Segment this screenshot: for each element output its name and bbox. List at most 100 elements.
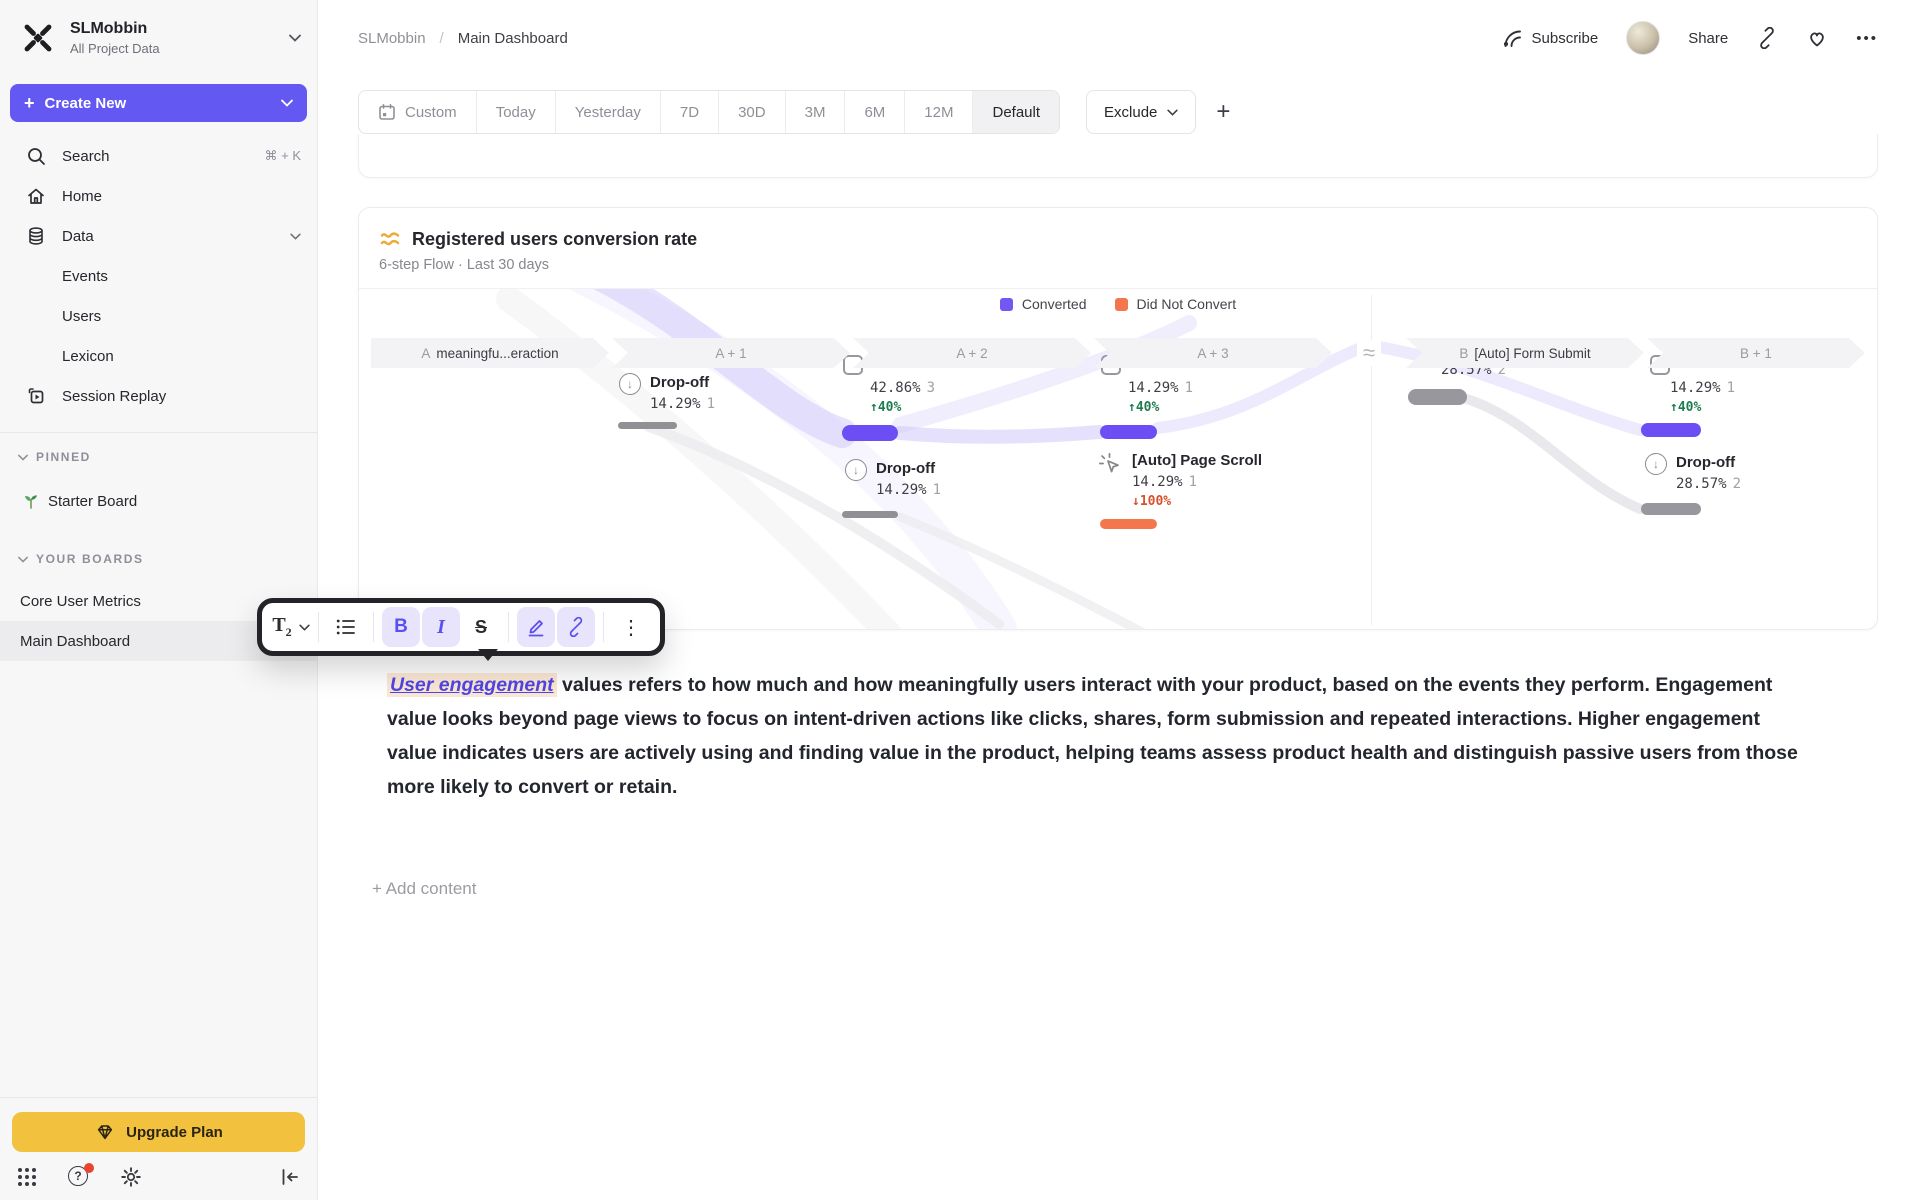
gem-icon bbox=[98, 1125, 113, 1140]
toolbar-more-button[interactable]: ⋮ bbox=[612, 607, 650, 647]
node-delta: ↑40% bbox=[870, 400, 902, 415]
bold-button[interactable]: B bbox=[382, 607, 420, 647]
date-preset-7d[interactable]: 7D bbox=[661, 91, 720, 133]
link-icon[interactable] bbox=[1756, 27, 1778, 49]
collapse-sidebar-icon[interactable] bbox=[279, 1166, 301, 1188]
sidebar-item-label: Users bbox=[62, 307, 102, 325]
flow-node-b1-step[interactable]: 14.29% 1 ↑40% bbox=[1670, 377, 1735, 415]
board-label: Main Dashboard bbox=[20, 632, 131, 650]
sidebar-item-events[interactable]: Events bbox=[0, 256, 317, 296]
home-icon bbox=[28, 188, 44, 204]
italic-button[interactable]: I bbox=[422, 607, 460, 647]
apps-grid-icon[interactable] bbox=[16, 1166, 38, 1188]
toolbar-divider bbox=[318, 612, 319, 642]
date-range-segmented-control: Custom Today Yesterday 7D 30D 3M 6M 12M … bbox=[358, 90, 1061, 134]
legend-did-not-convert[interactable]: Did Not Convert bbox=[1114, 296, 1236, 312]
add-filter-button[interactable]: + bbox=[1216, 100, 1230, 124]
flow-node-a1-dropoff[interactable]: ↓ Drop-off 14.29% 1 bbox=[619, 373, 715, 412]
strikethrough-button[interactable]: S bbox=[462, 607, 500, 647]
node-count: 1 bbox=[1184, 380, 1194, 396]
chevron-down-icon bbox=[18, 454, 28, 461]
date-preset-custom[interactable]: Custom bbox=[359, 91, 477, 133]
flow-node-a3-page-scroll[interactable]: [Auto] Page Scroll 14.29% 1 ↓100% bbox=[1097, 451, 1262, 509]
converted-bar bbox=[1641, 423, 1701, 437]
flow-node-b1-dropoff[interactable]: ↓ Drop-off 28.57% 2 bbox=[1645, 453, 1741, 492]
your-boards-section-header[interactable]: YOUR BOARDS bbox=[0, 543, 317, 575]
board-text-block[interactable]: User engagement values refers to how muc… bbox=[387, 668, 1799, 804]
date-preset-default[interactable]: Default bbox=[973, 91, 1060, 133]
add-content-button[interactable]: + Add content bbox=[372, 879, 476, 899]
notification-dot bbox=[84, 1163, 94, 1173]
subscribe-button[interactable]: Subscribe bbox=[1501, 27, 1598, 49]
sidebar-item-label: Events bbox=[62, 267, 108, 285]
node-delta: ↓100% bbox=[1132, 494, 1172, 509]
step-header-a3[interactable]: A + 3 bbox=[1094, 338, 1332, 368]
flow-node-a2-step[interactable]: 42.86% 3 ↑40% bbox=[870, 377, 935, 415]
create-new-button[interactable]: + Create New bbox=[10, 84, 307, 122]
mixpanel-logo bbox=[24, 24, 52, 52]
sidebar-item-label: Search bbox=[62, 147, 110, 165]
step-header-b1[interactable]: B + 1 bbox=[1647, 338, 1865, 368]
node-count: 1 bbox=[706, 396, 716, 412]
help-icon[interactable]: ? bbox=[68, 1163, 94, 1188]
converted-bar bbox=[1100, 425, 1157, 439]
sidebar-item-home[interactable]: Home bbox=[0, 176, 317, 216]
workspace-switcher[interactable]: SLMobbin All Project Data bbox=[0, 0, 317, 68]
upgrade-plan-button[interactable]: Upgrade Plan bbox=[12, 1112, 305, 1152]
seedling-icon bbox=[25, 495, 37, 509]
step-header-b[interactable]: B [Auto] Form Submit bbox=[1406, 338, 1644, 368]
dropoff-bar bbox=[842, 511, 898, 518]
highlighted-link-text[interactable]: User engagement bbox=[387, 673, 557, 697]
calendar-icon bbox=[379, 103, 395, 120]
sidebar-item-search[interactable]: Search ⌘ + K bbox=[0, 136, 317, 176]
date-preset-3m[interactable]: 3M bbox=[786, 91, 846, 133]
sidebar-item-session-replay[interactable]: Session Replay bbox=[0, 376, 317, 416]
dropoff-bar bbox=[1641, 503, 1701, 515]
chevron-down-icon bbox=[1167, 109, 1179, 116]
chevron-down-icon bbox=[289, 34, 301, 42]
step-header-a2[interactable]: A + 2 bbox=[853, 338, 1091, 368]
flow-node-a2-dropoff[interactable]: ↓ Drop-off 14.29% 1 bbox=[845, 459, 941, 498]
highlighter-pen-icon bbox=[528, 620, 544, 637]
exclude-filter-button[interactable]: Exclude bbox=[1086, 90, 1197, 134]
date-preset-today[interactable]: Today bbox=[477, 91, 556, 133]
more-menu-icon[interactable]: ••• bbox=[1856, 30, 1878, 47]
chevron-down-icon[interactable] bbox=[281, 99, 293, 107]
highlight-button[interactable] bbox=[517, 607, 555, 647]
share-button[interactable]: Share bbox=[1688, 30, 1728, 47]
node-pct: 14.29% bbox=[876, 482, 927, 498]
sidebar-item-label: Session Replay bbox=[62, 387, 167, 405]
flow-break: ≈ bbox=[1335, 338, 1403, 368]
date-preset-30d[interactable]: 30D bbox=[719, 91, 786, 133]
date-preset-12m[interactable]: 12M bbox=[905, 91, 974, 133]
step-header-a1[interactable]: A + 1 bbox=[612, 338, 850, 368]
note-body: values refers to how much and how meanin… bbox=[387, 674, 1798, 798]
bullet-list-icon bbox=[336, 619, 355, 635]
sidebar-item-starter-board[interactable]: Starter Board bbox=[0, 481, 317, 521]
approx-symbol: ≈ bbox=[1356, 340, 1382, 366]
breadcrumb-separator: / bbox=[439, 29, 444, 47]
settings-gear-icon[interactable] bbox=[120, 1166, 142, 1188]
favorite-heart-icon[interactable] bbox=[1806, 27, 1828, 49]
broadcast-icon bbox=[1503, 30, 1521, 47]
text-style-dropdown[interactable]: T2 bbox=[272, 607, 310, 647]
avatar[interactable] bbox=[1626, 21, 1661, 55]
flow-step-headers: A meaningfu...eraction A + 1 A + 2 A + 3… bbox=[359, 338, 1877, 368]
sidebar-item-data[interactable]: Data bbox=[0, 216, 317, 256]
sidebar-item-users[interactable]: Users bbox=[0, 296, 317, 336]
flow-chart: Converted Did Not Convert A meaningfu...… bbox=[359, 289, 1877, 629]
pinned-section-header[interactable]: PINNED bbox=[0, 441, 317, 473]
step-header-a[interactable]: A meaningfu...eraction bbox=[371, 338, 609, 368]
date-preset-6m[interactable]: 6M bbox=[845, 91, 906, 133]
breadcrumb-project[interactable]: SLMobbin bbox=[358, 30, 426, 47]
chevron-down-icon bbox=[18, 556, 28, 563]
flow-node-a3-step[interactable]: 14.29% 1 ↑40% bbox=[1128, 377, 1193, 415]
legend-converted[interactable]: Converted bbox=[999, 296, 1087, 312]
dropoff-arrow-icon: ↓ bbox=[619, 373, 641, 395]
link-button[interactable] bbox=[557, 607, 595, 647]
node-pct: 14.29% bbox=[1128, 380, 1179, 396]
sidebar-item-lexicon[interactable]: Lexicon bbox=[0, 336, 317, 376]
board-label: Core User Metrics bbox=[20, 592, 141, 610]
bullet-list-button[interactable] bbox=[327, 607, 365, 647]
date-preset-yesterday[interactable]: Yesterday bbox=[556, 91, 661, 133]
